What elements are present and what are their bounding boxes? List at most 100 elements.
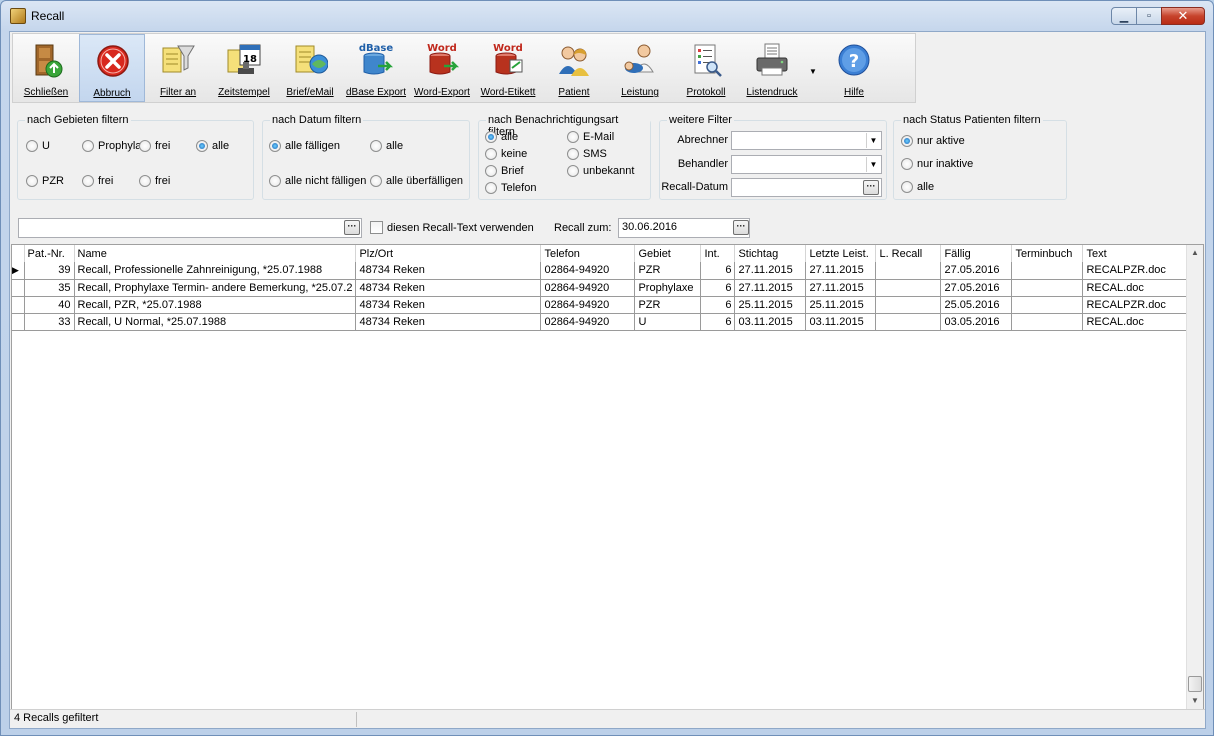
table-cell[interactable]: PZR — [634, 262, 702, 280]
protokoll-button[interactable]: Protokoll — [673, 34, 739, 102]
column-header[interactable]: Gebiet — [634, 245, 702, 262]
vertical-scrollbar[interactable]: ▲ ▼ — [1186, 245, 1203, 709]
table-cell[interactable]: 48734 Reken — [355, 313, 542, 331]
table-cell[interactable]: 27.05.2016 — [940, 262, 1013, 280]
column-header[interactable]: Pat.-Nr. — [24, 245, 75, 262]
table-cell[interactable]: RECAL.doc — [1082, 279, 1201, 297]
status-radio-nur-inaktive[interactable]: nur inaktive — [901, 158, 973, 170]
status-radio-nur-aktive[interactable]: nur aktive — [901, 135, 965, 147]
gebiete-radio-frei-3[interactable]: frei — [139, 175, 170, 187]
datum-radio-alle-nicht-faelligen[interactable]: alle nicht fälligen — [269, 175, 366, 187]
table-cell[interactable]: 48734 Reken — [355, 296, 542, 314]
table-cell[interactable]: 02864-94920 — [540, 262, 636, 280]
table-cell[interactable]: 03.05.2016 — [940, 313, 1013, 331]
recall-text-input[interactable] — [18, 218, 362, 238]
column-header[interactable]: Telefon — [540, 245, 636, 262]
dbase-export-button[interactable]: dBase dBase Export — [343, 34, 409, 102]
table-cell[interactable]: 48734 Reken — [355, 279, 542, 297]
table-cell[interactable]: 03.11.2015 — [734, 313, 807, 331]
scrollbar-thumb[interactable] — [1188, 676, 1202, 692]
table-cell[interactable]: 6 — [700, 279, 736, 297]
table-cell[interactable]: Recall, Professionelle Zahnreinigung, *2… — [74, 262, 357, 280]
row-indicator[interactable] — [12, 313, 25, 331]
benachrichtigung-radio-alle[interactable]: alle — [485, 131, 518, 143]
column-header[interactable]: Fällig — [940, 245, 1013, 262]
table-cell[interactable] — [1011, 313, 1084, 331]
filter-an-button[interactable]: Filter an — [145, 34, 211, 102]
column-header[interactable]: Letzte Leist. — [805, 245, 877, 262]
table-row[interactable]: 33 Recall, U Normal, *25.07.1988 48734 Rek… — [12, 313, 1201, 331]
table-cell[interactable]: 27.05.2016 — [940, 279, 1013, 297]
table-cell[interactable]: 27.11.2015 — [734, 262, 807, 280]
recall-text-picker-button[interactable]: ··· — [344, 220, 360, 235]
recall-datum-field[interactable]: ··· — [731, 178, 882, 197]
table-cell[interactable] — [875, 313, 942, 331]
table-cell[interactable]: 25.11.2015 — [734, 296, 807, 314]
table-row[interactable]: 40 Recall, PZR, *25.07.1988 48734 Reken 028… — [12, 296, 1201, 314]
table-cell[interactable]: 33 — [24, 313, 75, 331]
behandler-combo[interactable]: ▼ — [731, 155, 882, 174]
row-indicator[interactable] — [12, 296, 25, 314]
brief-email-button[interactable]: Brief/eMail — [277, 34, 343, 102]
hilfe-button[interactable]: ? Hilfe — [821, 34, 887, 102]
table-cell[interactable]: U — [634, 313, 702, 331]
benachrichtigung-radio-keine[interactable]: keine — [485, 148, 527, 160]
table-cell[interactable]: 6 — [700, 313, 736, 331]
table-cell[interactable]: 25.05.2016 — [940, 296, 1013, 314]
table-cell[interactable] — [1011, 279, 1084, 297]
table-row[interactable]: 35 Recall, Prophylaxe Termin- andere Beme… — [12, 279, 1201, 297]
table-cell[interactable]: 02864-94920 — [540, 313, 636, 331]
table-cell[interactable]: PZR — [634, 296, 702, 314]
table-cell[interactable]: 39 — [24, 262, 75, 280]
table-cell[interactable]: Recall, Prophylaxe Termin- andere Bemerk… — [74, 279, 357, 297]
column-header[interactable]: Name — [74, 245, 357, 262]
table-cell[interactable] — [875, 279, 942, 297]
gebiete-radio-frei-2[interactable]: frei — [82, 175, 113, 187]
table-cell[interactable]: 02864-94920 — [540, 296, 636, 314]
zeitstempel-button[interactable]: 18 Zeitstempel — [211, 34, 277, 102]
benachrichtigung-radio-email[interactable]: E-Mail — [567, 131, 614, 143]
table-cell[interactable]: Prophylaxe — [634, 279, 702, 297]
table-cell[interactable]: 48734 Reken — [355, 262, 542, 280]
listendruck-dropdown[interactable]: ▼ — [805, 34, 821, 102]
benachrichtigung-radio-unbekannt[interactable]: unbekannt — [567, 165, 634, 177]
column-header[interactable]: Stichtag — [734, 245, 807, 262]
datum-radio-alle-faelligen[interactable]: alle fälligen — [269, 140, 340, 152]
recall-datum-picker-button[interactable]: ··· — [863, 180, 879, 195]
schliessen-button[interactable]: Schließen — [13, 34, 79, 102]
table-cell[interactable]: RECALPZR.doc — [1082, 262, 1201, 280]
abbruch-button[interactable]: Abbruch — [79, 34, 145, 102]
table-cell[interactable]: 6 — [700, 262, 736, 280]
table-cell[interactable]: 35 — [24, 279, 75, 297]
title-bar[interactable]: Recall ▁ ▫ ✕ — [1, 1, 1213, 31]
table-cell[interactable]: 27.11.2015 — [734, 279, 807, 297]
table-cell[interactable]: Recall, U Normal, *25.07.1988 — [74, 313, 357, 331]
column-header[interactable]: Terminbuch — [1011, 245, 1084, 262]
scroll-down-icon[interactable]: ▼ — [1187, 693, 1203, 709]
benachrichtigung-radio-telefon[interactable]: Telefon — [485, 182, 536, 194]
table-cell[interactable]: 27.11.2015 — [805, 279, 877, 297]
table-cell[interactable]: 40 — [24, 296, 75, 314]
table-cell[interactable]: Recall, PZR, *25.07.1988 — [74, 296, 357, 314]
word-export-button[interactable]: Word Word-Export — [409, 34, 475, 102]
table-cell[interactable]: 02864-94920 — [540, 279, 636, 297]
recall-text-checkbox[interactable] — [370, 221, 383, 234]
column-header[interactable]: Int. — [700, 245, 736, 262]
column-header[interactable]: Plz/Ort — [355, 245, 542, 262]
table-cell[interactable] — [875, 262, 942, 280]
close-button[interactable]: ✕ — [1161, 7, 1205, 25]
status-radio-alle[interactable]: alle — [901, 181, 934, 193]
table-cell[interactable]: 03.11.2015 — [805, 313, 877, 331]
row-indicator[interactable]: ▶ — [12, 262, 25, 280]
abrechner-combo[interactable]: ▼ — [731, 131, 882, 150]
recall-zum-input[interactable]: 30.06.2016 — [618, 218, 750, 238]
gebiete-radio-pzr[interactable]: PZR — [26, 175, 64, 187]
table-cell[interactable]: 6 — [700, 296, 736, 314]
maximize-button[interactable]: ▫ — [1136, 7, 1162, 25]
chevron-down-icon[interactable]: ▼ — [866, 133, 880, 148]
scroll-up-icon[interactable]: ▲ — [1187, 245, 1203, 261]
gebiete-radio-u[interactable]: U — [26, 140, 50, 152]
datum-radio-alle-ueberfaelligen[interactable]: alle überfälligen — [370, 175, 463, 187]
datum-radio-alle[interactable]: alle — [370, 140, 403, 152]
word-etikett-button[interactable]: Word Word-Etikett — [475, 34, 541, 102]
